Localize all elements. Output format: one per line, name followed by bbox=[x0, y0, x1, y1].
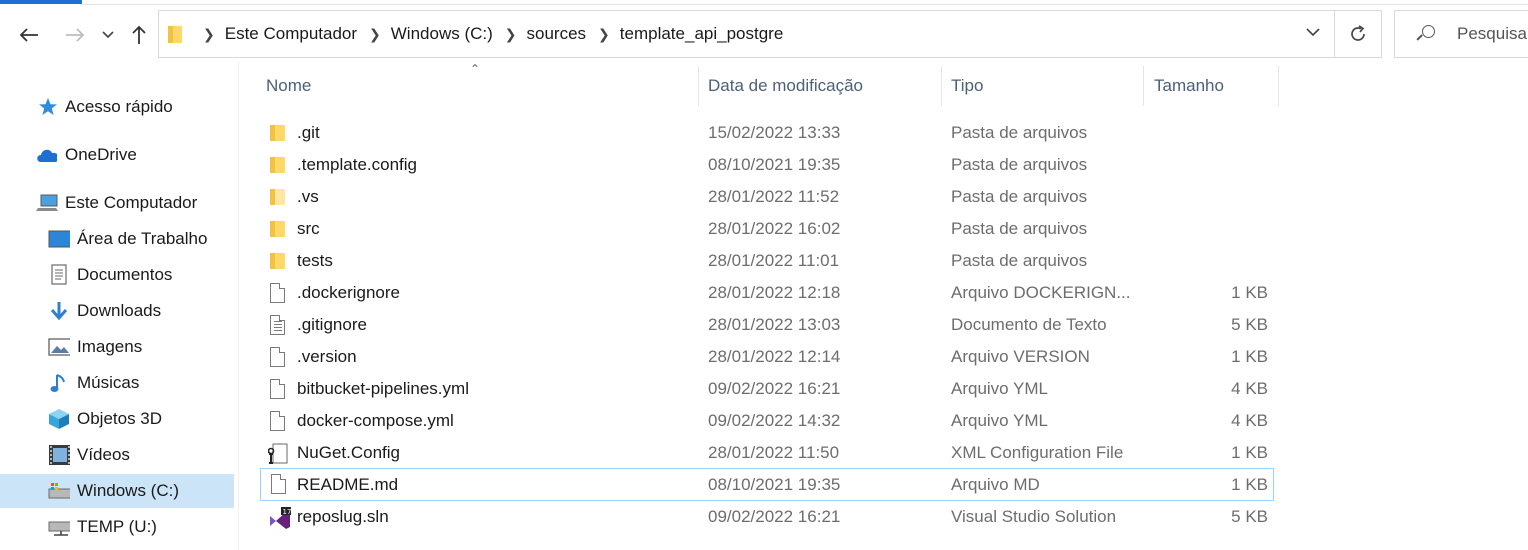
file-row[interactable]: .dockerignore 28/01/2022 12:18 Arquivo D… bbox=[260, 277, 1274, 309]
breadcrumb-este-computador[interactable]: Este Computador bbox=[225, 24, 357, 44]
file-icon bbox=[268, 411, 288, 431]
sidebar-item-windows-c[interactable]: Windows (C:) bbox=[0, 474, 234, 508]
back-button[interactable] bbox=[14, 20, 44, 50]
desktop-icon bbox=[48, 229, 70, 249]
cube-icon bbox=[48, 409, 70, 429]
pictures-icon bbox=[48, 337, 70, 357]
address-bar[interactable]: ❯ Este Computador ❯ Windows (C:) ❯ sourc… bbox=[158, 10, 1334, 58]
file-row[interactable]: 17 reposlug.sln 09/02/2022 16:21 Visual … bbox=[260, 501, 1274, 533]
file-row[interactable]: .template.config 08/10/2021 19:35 Pasta … bbox=[260, 149, 1274, 181]
text-file-icon bbox=[268, 315, 288, 335]
file-row[interactable]: .gitignore 28/01/2022 13:03 Documento de… bbox=[260, 309, 1274, 341]
file-row[interactable]: README.md 08/10/2021 19:35 Arquivo MD 1 … bbox=[260, 468, 1274, 501]
arrow-left-icon bbox=[19, 28, 38, 42]
computer-icon bbox=[36, 193, 58, 213]
breadcrumb-separator-icon[interactable]: ❯ bbox=[505, 26, 517, 43]
file-row[interactable]: .vs 28/01/2022 11:52 Pasta de arquivos bbox=[260, 181, 1274, 213]
file-row[interactable]: bitbucket-pipelines.yml 09/02/2022 16:21… bbox=[260, 373, 1274, 405]
arrow-up-icon bbox=[132, 25, 146, 44]
file-icon bbox=[268, 379, 288, 399]
accent-bar bbox=[0, 0, 82, 4]
video-icon bbox=[48, 445, 70, 465]
folder-icon bbox=[268, 251, 288, 271]
column-header-name[interactable]: Nome bbox=[266, 66, 696, 106]
sidebar-item-onedrive[interactable]: OneDrive bbox=[0, 138, 234, 172]
recent-locations-button[interactable] bbox=[98, 20, 118, 50]
star-icon bbox=[37, 97, 59, 117]
file-row[interactable]: .version 28/01/2022 12:14 Arquivo VERSIO… bbox=[260, 341, 1274, 373]
cloud-icon bbox=[35, 145, 57, 165]
sidebar-item-temp-u[interactable]: TEMP (U:) bbox=[0, 510, 234, 544]
chevron-down-icon bbox=[1306, 28, 1320, 37]
breadcrumb-sources[interactable]: sources bbox=[527, 24, 587, 44]
file-row[interactable]: tests 28/01/2022 11:01 Pasta de arquivos bbox=[260, 245, 1274, 277]
column-divider[interactable] bbox=[941, 66, 942, 106]
search-placeholder: Pesquisar bbox=[1457, 24, 1528, 43]
column-divider[interactable] bbox=[1143, 66, 1144, 106]
sidebar-item-area-de-trabalho[interactable]: Área de Trabalho bbox=[0, 222, 234, 256]
music-icon bbox=[48, 373, 70, 393]
sidebar-item-musicas[interactable]: Músicas bbox=[0, 366, 234, 400]
search-icon bbox=[1416, 25, 1435, 43]
folder-icon bbox=[268, 219, 288, 239]
file-icon bbox=[268, 347, 288, 367]
folder-icon bbox=[168, 26, 182, 43]
file-icon bbox=[269, 474, 289, 494]
svg-text:17: 17 bbox=[283, 508, 292, 516]
refresh-icon bbox=[1351, 25, 1365, 41]
visual-studio-solution-icon: 17 bbox=[268, 507, 291, 529]
column-divider[interactable] bbox=[1278, 66, 1279, 106]
column-header-type[interactable]: Tipo bbox=[951, 66, 1141, 106]
breadcrumb-windows-c[interactable]: Windows (C:) bbox=[391, 24, 493, 44]
file-icon bbox=[268, 283, 288, 303]
file-row[interactable]: NuGet.Config 28/01/2022 11:50 XML Config… bbox=[260, 437, 1274, 469]
sidebar-item-este-computador[interactable]: Este Computador bbox=[0, 186, 234, 220]
sidebar-item-acesso-rapido[interactable]: Acesso rápido bbox=[0, 90, 234, 124]
column-divider[interactable] bbox=[698, 66, 699, 106]
file-row[interactable]: docker-compose.yml 09/02/2022 14:32 Arqu… bbox=[260, 405, 1274, 437]
title-strip bbox=[0, 0, 1528, 6]
sidebar-item-videos[interactable]: Vídeos bbox=[0, 438, 234, 472]
sidebar-item-objetos-3d[interactable]: Objetos 3D bbox=[0, 402, 234, 436]
sidebar-item-documentos[interactable]: Documentos bbox=[0, 258, 234, 292]
sidebar-item-imagens[interactable]: Imagens bbox=[0, 330, 234, 364]
folder-icon bbox=[268, 123, 288, 143]
download-icon bbox=[48, 301, 70, 321]
arrow-right-icon bbox=[66, 28, 85, 42]
config-file-icon bbox=[267, 443, 288, 464]
breadcrumb-separator-icon[interactable]: ❯ bbox=[369, 26, 381, 43]
up-button[interactable] bbox=[126, 20, 152, 50]
sidebar-item-downloads[interactable]: Downloads bbox=[0, 294, 234, 328]
forward-button[interactable] bbox=[60, 20, 90, 50]
chevron-down-icon bbox=[102, 31, 114, 39]
breadcrumb-separator-icon: ❯ bbox=[203, 25, 215, 42]
folder-icon bbox=[268, 187, 288, 207]
file-row[interactable]: src 28/01/2022 16:02 Pasta de arquivos bbox=[260, 213, 1274, 245]
breadcrumb-separator-icon[interactable]: ❯ bbox=[598, 26, 610, 43]
column-header-date[interactable]: Data de modificação bbox=[708, 66, 938, 106]
refresh-button[interactable] bbox=[1334, 10, 1382, 58]
folder-icon bbox=[268, 155, 288, 175]
column-header-size[interactable]: Tamanho bbox=[1154, 66, 1274, 106]
breadcrumb-template-api-postgre[interactable]: template_api_postgre bbox=[620, 24, 784, 44]
navigation-pane: Acesso rápido OneDrive Este Computador Á… bbox=[0, 62, 236, 550]
drive-icon bbox=[48, 481, 70, 501]
documents-icon bbox=[48, 264, 70, 285]
address-history-button[interactable] bbox=[1306, 24, 1320, 42]
network-drive-icon bbox=[48, 517, 70, 537]
search-box[interactable]: Pesquisar bbox=[1394, 10, 1528, 58]
file-row[interactable]: .git 15/02/2022 13:33 Pasta de arquivos bbox=[260, 117, 1274, 149]
